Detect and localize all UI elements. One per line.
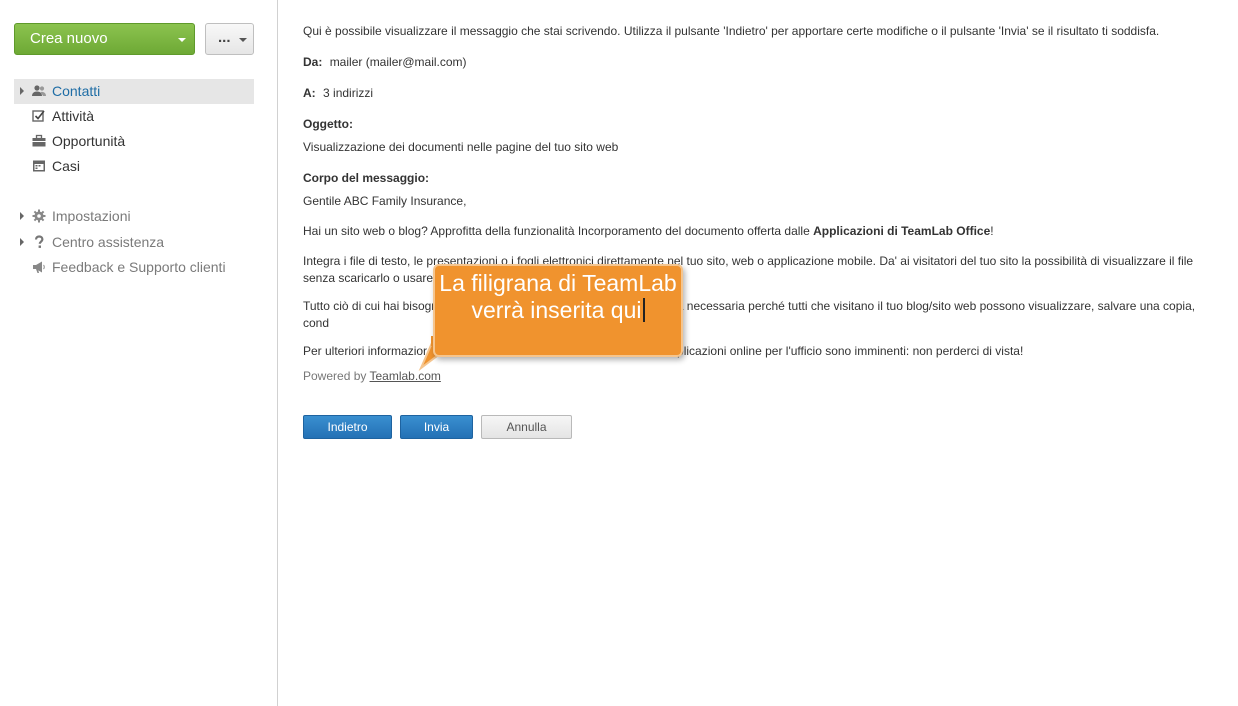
- calendar-icon: [33, 160, 45, 172]
- back-button[interactable]: Indietro: [303, 415, 392, 439]
- megaphone-icon: [33, 261, 45, 273]
- subject-label: Oggetto:: [303, 117, 353, 131]
- more-actions-button[interactable]: ...: [205, 23, 254, 55]
- sidebar-item-label: Impostazioni: [52, 208, 131, 224]
- paragraph-text: Per ulteriori informazior: [303, 344, 428, 358]
- sidebar-item-tasks[interactable]: Attività: [14, 104, 254, 129]
- sidebar-item-label: Feedback e Supporto clienti: [52, 259, 226, 275]
- sidebar-item-label: Centro assistenza: [52, 234, 165, 250]
- powered-by-label: Powered by: [303, 369, 367, 383]
- body-greeting: Gentile ABC Family Insurance,: [303, 194, 467, 208]
- more-actions-label: ...: [218, 29, 231, 46]
- callout-text: La filigrana di TeamLab verrà inserita q…: [439, 270, 677, 323]
- sidebar-item-label: Contatti: [52, 83, 101, 99]
- text-cursor: [642, 298, 645, 322]
- sidebar-item-help-center[interactable]: Centro assistenza: [14, 230, 254, 255]
- cancel-button[interactable]: Annulla: [481, 415, 572, 439]
- expand-arrow-icon[interactable]: [20, 212, 24, 220]
- contacts-icon: [32, 85, 46, 96]
- preview-intro: Qui è possibile visualizzare il messaggi…: [303, 24, 1160, 38]
- body-label: Corpo del messaggio:: [303, 171, 430, 185]
- question-icon: [34, 235, 44, 248]
- sidebar-item-opportunities[interactable]: Opportunità: [14, 129, 254, 154]
- from-label: Da:: [303, 55, 323, 69]
- to-row: A: 3 indirizzi: [303, 86, 373, 100]
- expand-arrow-icon[interactable]: [20, 87, 24, 95]
- sidebar-item-label: Attività: [52, 108, 95, 124]
- sidebar-item-contacts[interactable]: Contatti: [14, 79, 254, 104]
- watermark-callout: La filigrana di TeamLab verrà inserita q…: [433, 264, 683, 357]
- from-row: Da: mailer (mailer@mail.com): [303, 55, 467, 69]
- paragraph-text: plicazioni online per l'ufficio sono imm…: [677, 344, 1024, 358]
- subject-value: Visualizzazione dei documenti nelle pagi…: [303, 140, 619, 154]
- briefcase-icon: [32, 134, 46, 147]
- to-label: A:: [303, 86, 316, 100]
- sidebar: Crea nuovo ... Contatti Attività Opportu…: [0, 0, 278, 706]
- create-new-label: Crea nuovo: [30, 30, 108, 47]
- from-value: mailer (mailer@mail.com): [329, 55, 467, 69]
- task-check-icon: [32, 110, 45, 122]
- body-paragraph-1: Hai un sito web o blog? Approfitta della…: [303, 224, 994, 238]
- gear-icon: [32, 209, 46, 223]
- chevron-down-icon: [239, 38, 247, 42]
- send-button[interactable]: Invia: [400, 415, 473, 439]
- sidebar-item-label: Casi: [52, 158, 81, 174]
- paragraph-end: !: [990, 224, 994, 238]
- paragraph-text: Hai un sito web o blog? Approfitta della…: [303, 224, 814, 238]
- expand-arrow-icon[interactable]: [20, 238, 24, 246]
- paragraph-bold: Applicazioni di TeamLab Office: [813, 224, 991, 238]
- sidebar-item-label: Opportunità: [52, 133, 126, 149]
- create-new-button[interactable]: Crea nuovo: [14, 23, 195, 55]
- sidebar-item-cases[interactable]: Casi: [14, 154, 254, 179]
- sidebar-item-settings[interactable]: Impostazioni: [14, 204, 254, 229]
- sidebar-item-feedback[interactable]: Feedback e Supporto clienti: [14, 255, 254, 280]
- chevron-down-icon: [178, 38, 186, 42]
- to-value: 3 indirizzi: [323, 86, 374, 100]
